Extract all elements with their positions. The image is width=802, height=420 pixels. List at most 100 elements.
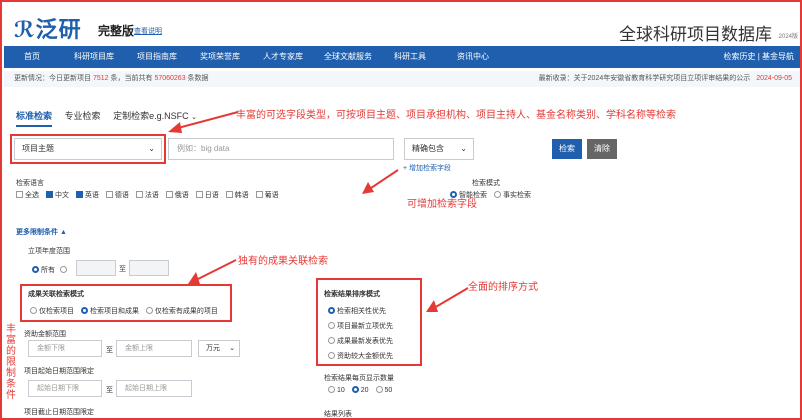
start-date-from-placeholder: 起始日期下限 — [37, 385, 79, 392]
nav-item-literature[interactable]: 全球文献服务 — [324, 46, 372, 68]
achievement-option-both[interactable]: 检索项目和成果 — [80, 307, 139, 315]
per-page-option-50[interactable]: 50 — [375, 386, 393, 394]
tab-standard[interactable]: 标准检索 — [16, 109, 53, 127]
chevron-down-icon: ⌄ — [460, 144, 467, 153]
mode-label: 智能检索 — [459, 192, 487, 199]
lang-option-german[interactable]: 德语 — [105, 191, 129, 199]
start-date-to-label: 至 — [106, 387, 113, 394]
edition-info-link[interactable]: 查看说明 — [134, 26, 162, 36]
sort-option-funding[interactable]: 资助较大金额优先 — [328, 351, 393, 361]
search-button[interactable]: 检索 — [552, 139, 582, 159]
language-title: 检索语言 — [16, 180, 44, 187]
start-date-to-input[interactable]: 起始日期上限 — [116, 380, 192, 397]
lang-option-english[interactable]: 英语 — [75, 191, 99, 199]
achievement-label: 仅检索项目 — [39, 308, 74, 315]
lang-label: 法语 — [144, 192, 159, 199]
match-mode-select[interactable]: 精确包含 ⌄ — [404, 138, 474, 160]
keyword-input[interactable]: 例如：big data — [168, 138, 394, 160]
funding-max-placeholder: 金额上限 — [125, 345, 153, 352]
language-options: 全选 中文 英语 德语 法语 俄语 日语 韩语 葡语 — [16, 190, 284, 200]
radio-icon — [328, 337, 335, 344]
total-count: 57060263 — [154, 75, 186, 82]
per-page-title: 检索结果每页显示数量 — [324, 375, 394, 382]
logo-text: 泛研 — [35, 17, 82, 42]
achievement-option-projects[interactable]: 仅检索项目 — [30, 307, 74, 315]
radio-icon — [30, 307, 37, 314]
tab-professional[interactable]: 专业检索 — [65, 109, 101, 122]
chevron-down-icon: ⌄ — [148, 144, 155, 153]
sort-option-relevance[interactable]: 检索相关性优先 — [328, 306, 386, 316]
nav-item-experts[interactable]: 人才专家库 — [263, 46, 303, 68]
funding-unit-select[interactable]: 万元 ⌄ — [198, 340, 240, 357]
field-type-select[interactable]: 项目主题 ⌄ — [14, 138, 162, 160]
start-date-title: 项目起始日期范围限定 — [24, 368, 94, 375]
radio-icon — [145, 307, 153, 314]
logo-mark-icon: ℛ — [14, 17, 36, 42]
per-page-option-10[interactable]: 10 — [328, 386, 345, 394]
more-conditions-toggle[interactable]: 更多限制条件 ▲ — [16, 227, 67, 237]
checkbox-checked-icon — [45, 191, 53, 198]
radio-icon — [328, 322, 335, 329]
nav-item-awards[interactable]: 奖项荣誉库 — [200, 46, 240, 68]
mode-option-fact[interactable]: 事实检索 — [493, 191, 531, 199]
per-page-label: 10 — [337, 387, 345, 394]
nav-item-guides[interactable]: 项目指南库 — [137, 46, 177, 68]
chevron-down-icon: ⌄ — [229, 345, 235, 352]
latest-info[interactable]: 最新收录：关于2024年安徽省教育科学研究项目立项评审结果的公示 2024-09… — [539, 71, 792, 87]
year-all-option[interactable]: 所有 — [32, 265, 69, 275]
annotation-arrow-sort — [426, 287, 469, 312]
achievement-label: 仅检索有成果的项目 — [154, 308, 218, 315]
edition-label: 完整版 — [98, 24, 135, 38]
lang-option-french[interactable]: 法语 — [135, 191, 159, 199]
funding-max-input[interactable]: 金额上限 — [116, 340, 192, 357]
lang-option-chinese[interactable]: 中文 — [45, 191, 69, 199]
per-page-label: 20 — [360, 387, 369, 394]
radio-icon — [59, 266, 67, 273]
year-to-input[interactable] — [129, 260, 169, 276]
funding-unit-value: 万元 — [206, 345, 220, 352]
sort-option-newest-result[interactable]: 成果最新发表优先 — [328, 336, 393, 346]
update-bar: 更新情况：今日更新项目 7512 条，当前共有 57060263 条数据 最新收… — [4, 71, 800, 87]
radio-selected-icon — [328, 307, 335, 314]
per-page-option-20[interactable]: 20 — [351, 386, 369, 394]
radio-icon — [493, 191, 501, 198]
mode-label: 事实检索 — [502, 192, 531, 199]
year-all-label: 所有 — [41, 267, 55, 274]
lang-label: 俄语 — [174, 192, 189, 199]
lang-option-portuguese[interactable]: 葡语 — [255, 191, 279, 199]
radio-icon — [328, 352, 335, 359]
nav-item-home[interactable]: 首页 — [24, 46, 40, 68]
site-title: 全球科研项目数据库 — [619, 25, 772, 44]
lang-label: 英语 — [84, 192, 99, 199]
site-logo[interactable]: ℛ泛研 — [14, 12, 82, 44]
year-to-label: 至 — [119, 266, 126, 273]
annotation-field-types: 丰富的可选字段类型，可按项目主题、项目承担机构、项目主持人、基金名称类别、学科名… — [236, 110, 676, 121]
lang-option-all[interactable]: 全选 — [16, 191, 39, 199]
lang-option-russian[interactable]: 俄语 — [165, 191, 189, 199]
sort-label: 资助较大金额优先 — [337, 353, 393, 360]
site-header: ℛ泛研 完整版 查看说明 全球科研项目数据库 2024版 — [4, 4, 800, 44]
per-page-label: 50 — [384, 387, 393, 394]
lang-option-korean[interactable]: 韩语 — [225, 191, 249, 199]
nav-history-funding[interactable]: 检索历史 | 基金导航 — [723, 46, 794, 68]
lang-label: 韩语 — [234, 192, 249, 199]
funding-to-label: 至 — [106, 347, 113, 354]
lang-option-japanese[interactable]: 日语 — [195, 191, 219, 199]
add-field-link[interactable]: + 增加检索字段 — [403, 163, 451, 173]
lang-label: 中文 — [54, 192, 69, 199]
clear-button[interactable]: 清除 — [587, 139, 617, 159]
nav-item-projects[interactable]: 科研项目库 — [74, 46, 114, 68]
radio-selected-icon — [32, 266, 39, 273]
year-from-input[interactable] — [76, 260, 116, 276]
annotation-arrow-types — [168, 111, 239, 133]
nav-item-tools[interactable]: 科研工具 — [394, 46, 426, 68]
mode-option-smart[interactable]: 智能检索 — [450, 191, 487, 199]
start-date-from-input[interactable]: 起始日期下限 — [28, 380, 102, 397]
sort-option-newest-project[interactable]: 项目最新立项优先 — [328, 321, 393, 331]
achievement-option-with-results[interactable]: 仅检索有成果的项目 — [145, 307, 218, 315]
funding-min-input[interactable]: 金额下限 — [28, 340, 102, 357]
per-page-options: 10 20 50 — [328, 386, 397, 394]
radio-icon — [375, 386, 383, 393]
nav-item-news[interactable]: 资讯中心 — [457, 46, 489, 68]
checkbox-icon — [255, 191, 263, 198]
